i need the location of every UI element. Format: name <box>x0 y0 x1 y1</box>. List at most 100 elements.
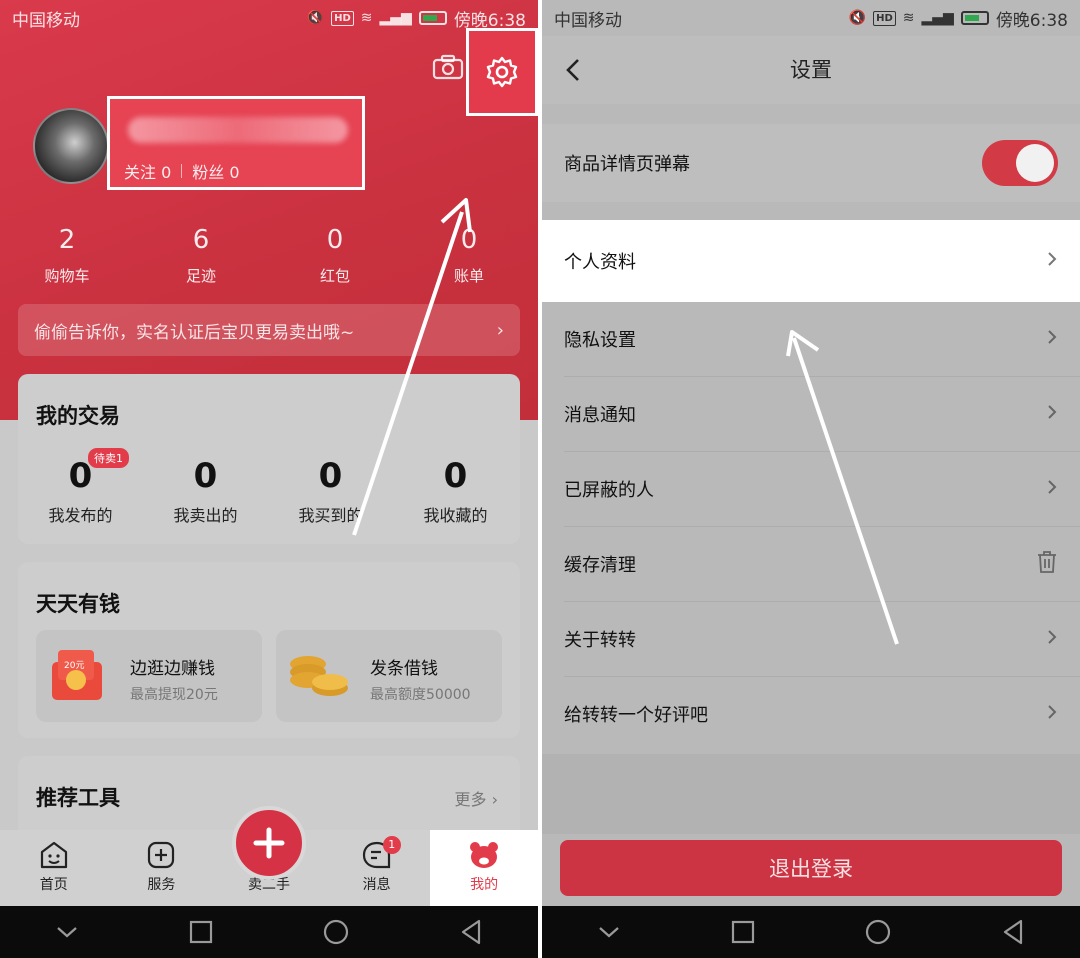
stat-label: 账单 <box>453 267 484 285</box>
more-label: 更多 <box>454 790 487 809</box>
clock: 傍晚6:38 <box>995 10 1068 31</box>
row-label: 隐私设置 <box>564 330 636 351</box>
trade-value: 0 <box>318 456 343 496</box>
trade-value: 0 <box>193 456 218 496</box>
chevron-down-icon[interactable] <box>597 924 621 940</box>
row-label: 个人资料 <box>564 252 636 273</box>
red-envelope-icon: 20元 <box>52 650 102 700</box>
money-item-subtitle: 最高额度50000 <box>370 687 471 703</box>
settings-item-clear-cache[interactable]: 缓存清理 <box>542 527 1080 601</box>
money-item-title: 边逛边赚钱 <box>130 659 215 679</box>
status-badge: 待卖1 <box>88 448 129 468</box>
fans-count[interactable]: 粉丝 0 <box>192 159 239 183</box>
trade-label: 我发布的 <box>48 506 113 525</box>
stat-redpacket[interactable]: 0 红包 <box>268 225 402 286</box>
stat-bill[interactable]: 0 账单 <box>402 225 536 286</box>
home-circle-icon[interactable] <box>865 919 891 945</box>
money-item-subtitle: 最高提现20元 <box>130 687 218 703</box>
profile-info-box[interactable]: 关注 0 粉丝 0 <box>107 96 365 190</box>
tab-mine[interactable]: 我的 <box>430 830 538 906</box>
chevron-right-icon <box>1046 628 1058 651</box>
stats-row: 2 购物车 6 足迹 0 红包 0 账单 <box>0 225 538 286</box>
mute-icon: 🔇 <box>848 10 867 26</box>
trade-sold[interactable]: 0 我卖出的 <box>143 456 268 526</box>
settings-item-profile[interactable]: 个人资料 <box>542 220 1080 302</box>
more-link[interactable]: 更多 › <box>454 786 498 810</box>
daily-money-card: 天天有钱 20元 边逛边赚钱 最高提现20元 发条借钱 最高额度50000 <box>18 562 520 738</box>
tab-messages[interactable]: 1 消息 <box>323 830 431 906</box>
trash-icon <box>1036 550 1058 579</box>
money-item-title: 发条借钱 <box>370 659 438 679</box>
tab-label: 消息 <box>362 877 391 893</box>
blurred-username <box>128 117 348 143</box>
settings-item-privacy[interactable]: 隐私设置 <box>542 302 1080 376</box>
recents-square-icon[interactable] <box>189 920 213 944</box>
follow-stats: 关注 0 粉丝 0 <box>124 159 240 183</box>
stat-value: 0 <box>460 225 478 255</box>
mute-icon: 🔇 <box>306 10 325 26</box>
chevron-down-icon[interactable] <box>55 924 79 940</box>
battery-icon <box>960 11 989 25</box>
card-title: 我的交易 <box>36 404 120 428</box>
stat-footprint[interactable]: 6 足迹 <box>134 225 268 286</box>
chevron-right-icon: › <box>491 790 498 809</box>
row-label: 关于转转 <box>564 630 636 651</box>
settings-item-blocked[interactable]: 已屏蔽的人 <box>542 452 1080 526</box>
avatar[interactable] <box>33 108 109 184</box>
screenshot-composite: 中国移动 🔇 HD ≋ ▂▄▆ 傍晚6:38 关注 0 粉丝 0 2 购物车 6… <box>0 0 1080 958</box>
row-label: 给转转一个好评吧 <box>564 705 708 726</box>
logout-button[interactable]: 退出登录 <box>560 840 1062 896</box>
stat-label: 足迹 <box>185 267 216 285</box>
settings-item-notifications[interactable]: 消息通知 <box>542 377 1080 451</box>
page-title: 设置 <box>790 58 832 82</box>
back-triangle-icon[interactable] <box>459 919 483 945</box>
carrier-label: 中国移动 <box>12 10 80 31</box>
carrier-label: 中国移动 <box>554 10 622 31</box>
trade-favorited[interactable]: 0 我收藏的 <box>393 456 518 526</box>
settings-item-about[interactable]: 关于转转 <box>542 602 1080 676</box>
hd-icon: HD <box>873 10 896 26</box>
camera-icon[interactable] <box>432 54 464 80</box>
empty-area <box>542 754 1080 834</box>
stat-cart[interactable]: 2 购物车 <box>0 225 134 286</box>
notice-text: 偷偷告诉你，实名认证后宝贝更易卖出哦~ <box>34 322 355 343</box>
settings-button[interactable] <box>466 28 538 116</box>
trade-row: 待卖1 0 我发布的 0 我卖出的 0 我买到的 0 我收藏的 <box>18 448 520 526</box>
earn-while-browsing-item[interactable]: 20元 边逛边赚钱 最高提现20元 <box>36 630 262 722</box>
chevron-right-icon <box>1046 703 1058 726</box>
home-face-icon <box>40 841 67 869</box>
tab-home[interactable]: 首页 <box>0 830 108 906</box>
follow-divider <box>181 164 183 178</box>
settings-header: 设置 <box>542 36 1080 104</box>
tab-label: 服务 <box>147 877 176 893</box>
verification-notice[interactable]: 偷偷告诉你，实名认证后宝贝更易卖出哦~ › <box>18 304 520 356</box>
my-trades-card: 我的交易 待卖1 0 我发布的 0 我卖出的 0 我买到的 0 我收藏的 <box>18 374 520 544</box>
trade-bought[interactable]: 0 我买到的 <box>268 456 393 526</box>
back-triangle-icon[interactable] <box>1001 919 1025 945</box>
hd-icon: HD <box>331 10 354 26</box>
clock: 傍晚6:38 <box>453 10 526 31</box>
chevron-right-icon <box>1046 403 1058 426</box>
publish-button[interactable] <box>232 806 306 880</box>
danmu-toggle-row: 商品详情页弹幕 <box>542 124 1080 202</box>
card-title: 天天有钱 <box>36 592 120 616</box>
chevron-right-icon <box>1046 328 1058 351</box>
recents-square-icon[interactable] <box>731 920 755 944</box>
tab-label: 我的 <box>470 877 499 893</box>
settings-item-rate[interactable]: 给转转一个好评吧 <box>542 677 1080 751</box>
follow-count[interactable]: 关注 0 <box>124 159 171 183</box>
tab-service[interactable]: 服务 <box>108 830 216 906</box>
plus-icon <box>253 827 285 859</box>
trade-label: 我收藏的 <box>423 506 488 525</box>
wifi-icon: ≋ <box>902 10 915 26</box>
system-nav-bar <box>542 906 1080 958</box>
envelope-amount: 20元 <box>64 661 84 671</box>
danmu-toggle[interactable] <box>982 140 1058 186</box>
trade-published[interactable]: 待卖1 0 我发布的 <box>18 448 143 526</box>
service-plus-icon <box>148 841 175 869</box>
row-label: 消息通知 <box>564 405 636 426</box>
loan-item[interactable]: 发条借钱 最高额度50000 <box>276 630 502 722</box>
home-circle-icon[interactable] <box>323 919 349 945</box>
trade-label: 我卖出的 <box>173 506 238 525</box>
card-title: 推荐工具 <box>36 786 120 810</box>
